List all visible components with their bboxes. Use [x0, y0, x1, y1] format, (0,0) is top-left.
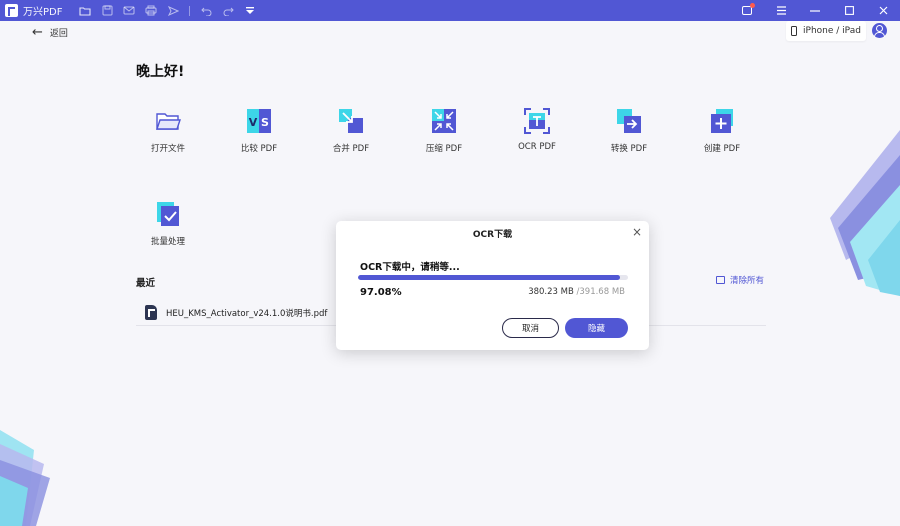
- ocr-download-dialog: OCR下载 × OCR下载中，请稍等... 97.08% 380.23 MB /…: [336, 221, 649, 350]
- compare-icon: VS: [244, 106, 274, 136]
- hide-button[interactable]: 隐藏: [565, 318, 628, 338]
- tool-ocr-pdf[interactable]: OCR PDF: [502, 106, 572, 152]
- tool-label: OCR PDF: [518, 142, 556, 152]
- total-size: /391.68 MB: [576, 287, 625, 297]
- batch-icon: [153, 199, 183, 229]
- tool-label: 创建 PDF: [703, 144, 741, 154]
- tool-open-file[interactable]: 打开文件: [133, 106, 203, 154]
- menu-icon[interactable]: [764, 0, 798, 21]
- recent-file-name: HEU_KMS_Activator_v24.1.0说明书.pdf: [166, 308, 328, 319]
- undo-icon[interactable]: [195, 0, 217, 21]
- save-icon[interactable]: [96, 0, 118, 21]
- app-logo-icon: [5, 4, 18, 17]
- clear-all-button[interactable]: 清除所有: [716, 274, 764, 286]
- app-name: 万兴PDF: [23, 7, 63, 18]
- convert-icon: [614, 106, 644, 136]
- compress-icon: [429, 106, 459, 136]
- svg-text:V: V: [249, 116, 258, 129]
- dialog-close-icon[interactable]: ×: [632, 225, 642, 239]
- svg-text:S: S: [261, 116, 269, 129]
- cancel-button[interactable]: 取消: [502, 318, 559, 338]
- send-icon[interactable]: [162, 0, 184, 21]
- toolbar-divider: [189, 5, 191, 16]
- tool-create-pdf[interactable]: 创建 PDF: [687, 106, 757, 154]
- print-icon[interactable]: [140, 0, 162, 21]
- tool-label: 打开文件: [150, 144, 185, 154]
- greeting-title: 晚上好!: [136, 64, 185, 80]
- tool-compress-pdf[interactable]: 压缩 PDF: [409, 106, 479, 154]
- tool-label: 合并 PDF: [332, 144, 370, 154]
- user-avatar-icon[interactable]: [872, 23, 887, 38]
- back-label: 返回: [49, 29, 68, 39]
- create-icon: [707, 106, 737, 136]
- phone-icon: [791, 26, 798, 36]
- back-button[interactable]: ← 返回: [32, 25, 68, 40]
- mail-icon[interactable]: [118, 0, 140, 21]
- title-bar: 万兴PDF: [0, 0, 900, 21]
- recent-section-title: 最近: [136, 278, 156, 289]
- tool-compare-pdf[interactable]: VS 比较 PDF: [224, 106, 294, 154]
- dropdown-icon[interactable]: [239, 0, 261, 21]
- tool-batch-process[interactable]: 批量处理: [133, 199, 203, 247]
- device-label: iPhone / iPad: [803, 26, 861, 36]
- pdf-file-icon: [145, 305, 157, 320]
- download-percent: 97.08%: [360, 287, 402, 298]
- tool-label: 转换 PDF: [610, 144, 648, 154]
- downloaded-size: 380.23 MB: [528, 287, 574, 297]
- merge-icon: [336, 106, 366, 136]
- device-button[interactable]: iPhone / iPad: [786, 21, 866, 41]
- clear-icon: [716, 276, 725, 284]
- folder-icon[interactable]: [74, 0, 96, 21]
- dialog-title: OCR下载: [472, 230, 513, 240]
- decorative-shapes-right: [830, 130, 900, 296]
- window-controls: [730, 0, 900, 21]
- maximize-icon[interactable]: [832, 0, 866, 21]
- download-status-text: OCR下载中，请稍等...: [360, 262, 460, 273]
- download-size: 380.23 MB /391.68 MB: [528, 287, 625, 297]
- notification-icon[interactable]: [730, 0, 764, 21]
- download-progress-bar: [358, 275, 628, 280]
- decorative-shapes-left: [0, 430, 50, 526]
- ocr-icon: [522, 106, 552, 136]
- tool-label: 批量处理: [150, 237, 185, 247]
- minimize-icon[interactable]: [798, 0, 832, 21]
- redo-icon[interactable]: [217, 0, 239, 21]
- tool-merge-pdf[interactable]: 合并 PDF: [316, 106, 386, 154]
- open-folder-icon: [153, 106, 183, 136]
- arrow-left-icon: ←: [32, 25, 43, 40]
- tool-label: 压缩 PDF: [425, 144, 463, 154]
- tool-label: 比较 PDF: [240, 144, 278, 154]
- download-progress-fill: [358, 275, 621, 280]
- clear-all-label: 清除所有: [730, 276, 765, 286]
- tool-convert-pdf[interactable]: 转换 PDF: [594, 106, 664, 154]
- close-icon[interactable]: [866, 0, 900, 21]
